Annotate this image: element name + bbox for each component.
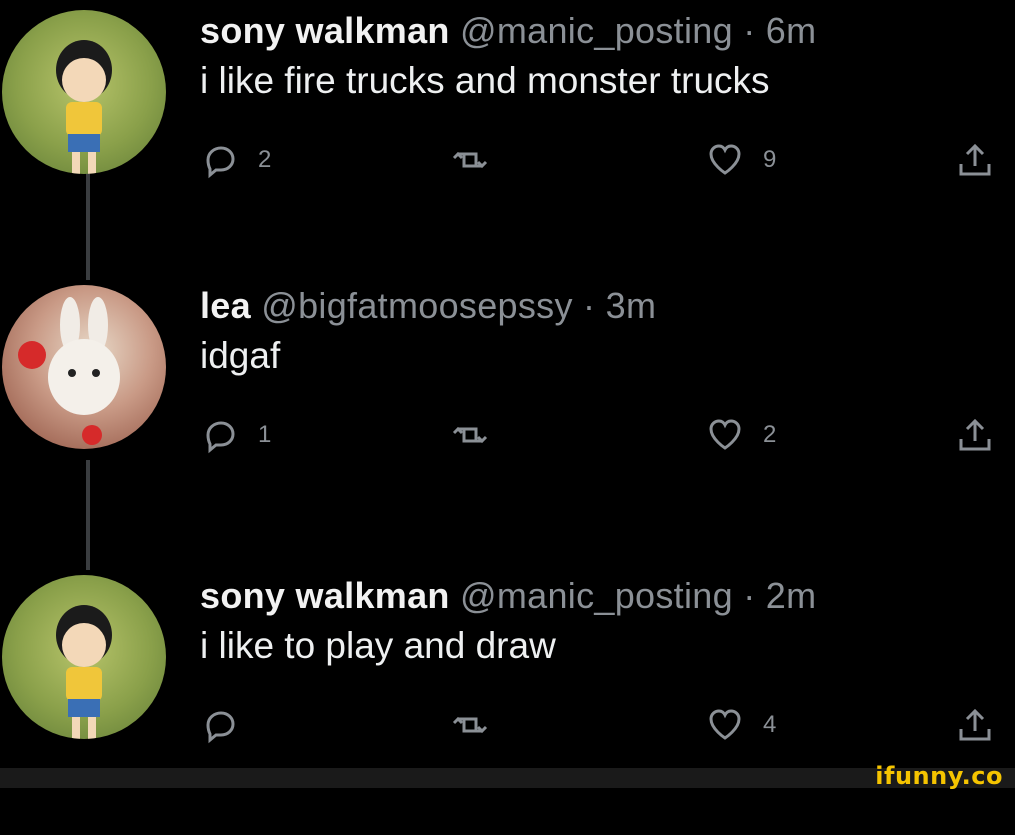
- like-button[interactable]: 4: [705, 705, 776, 745]
- watermark-bar: ifunny.co: [0, 762, 1015, 790]
- like-count: 4: [763, 711, 777, 738]
- avatar[interactable]: [2, 10, 166, 174]
- tweet[interactable]: sony walkman @manic_posting · 2m i like …: [0, 575, 1015, 835]
- reply-count: 2: [258, 146, 272, 173]
- handle-and-time: @bigfatmoosepssy · 3m: [261, 285, 657, 326]
- retweet-button[interactable]: [450, 415, 508, 455]
- display-name[interactable]: sony walkman: [200, 10, 450, 51]
- heart-icon: [709, 419, 741, 450]
- share-button[interactable]: [955, 140, 995, 180]
- handle-and-time: @manic_posting · 6m: [460, 10, 817, 51]
- share-button[interactable]: [955, 705, 995, 745]
- like-count: 9: [763, 146, 777, 173]
- tweet-actions: 4: [200, 705, 1015, 755]
- tweet-text: i like to play and draw: [200, 625, 556, 666]
- retweet-icon: [452, 426, 488, 444]
- retweet-button[interactable]: [450, 140, 508, 180]
- reply-icon: [206, 146, 235, 179]
- share-icon: [959, 418, 991, 451]
- reply-button[interactable]: 2: [200, 140, 271, 180]
- handle-and-time: @manic_posting · 2m: [460, 575, 817, 616]
- tweet-text: i like fire trucks and monster trucks: [200, 60, 770, 101]
- like-button[interactable]: 9: [705, 140, 776, 180]
- avatar[interactable]: [2, 575, 166, 739]
- reply-button[interactable]: [200, 705, 258, 745]
- reply-icon: [206, 421, 235, 454]
- share-button[interactable]: [955, 415, 995, 455]
- share-icon: [959, 708, 991, 741]
- retweet-button[interactable]: [450, 705, 508, 745]
- reply-icon: [206, 711, 235, 744]
- tweet-actions: 2 9: [200, 140, 1015, 190]
- like-button[interactable]: 2: [705, 415, 776, 455]
- heart-icon: [709, 144, 741, 175]
- display-name[interactable]: lea: [200, 285, 251, 326]
- tweet-header: sony walkman @manic_posting · 6m: [200, 10, 816, 52]
- display-name[interactable]: sony walkman: [200, 575, 450, 616]
- heart-icon: [709, 709, 741, 740]
- avatar[interactable]: [2, 285, 166, 449]
- tweet-actions: 1 2: [200, 415, 1015, 465]
- reply-count: 1: [258, 421, 272, 448]
- ifunny-watermark: ifunny.co: [875, 762, 1003, 790]
- retweet-icon: [452, 716, 488, 734]
- like-count: 2: [763, 421, 777, 448]
- reply-button[interactable]: 1: [200, 415, 271, 455]
- retweet-icon: [452, 151, 488, 169]
- tweet-text: idgaf: [200, 335, 281, 376]
- tweet[interactable]: lea @bigfatmoosepssy · 3m idgaf 1 2: [0, 285, 1015, 545]
- tweet-header: sony walkman @manic_posting · 2m: [200, 575, 816, 617]
- tweet[interactable]: sony walkman @manic_posting · 6m i like …: [0, 10, 1015, 270]
- tweet-header: lea @bigfatmoosepssy · 3m: [200, 285, 656, 327]
- share-icon: [959, 143, 991, 176]
